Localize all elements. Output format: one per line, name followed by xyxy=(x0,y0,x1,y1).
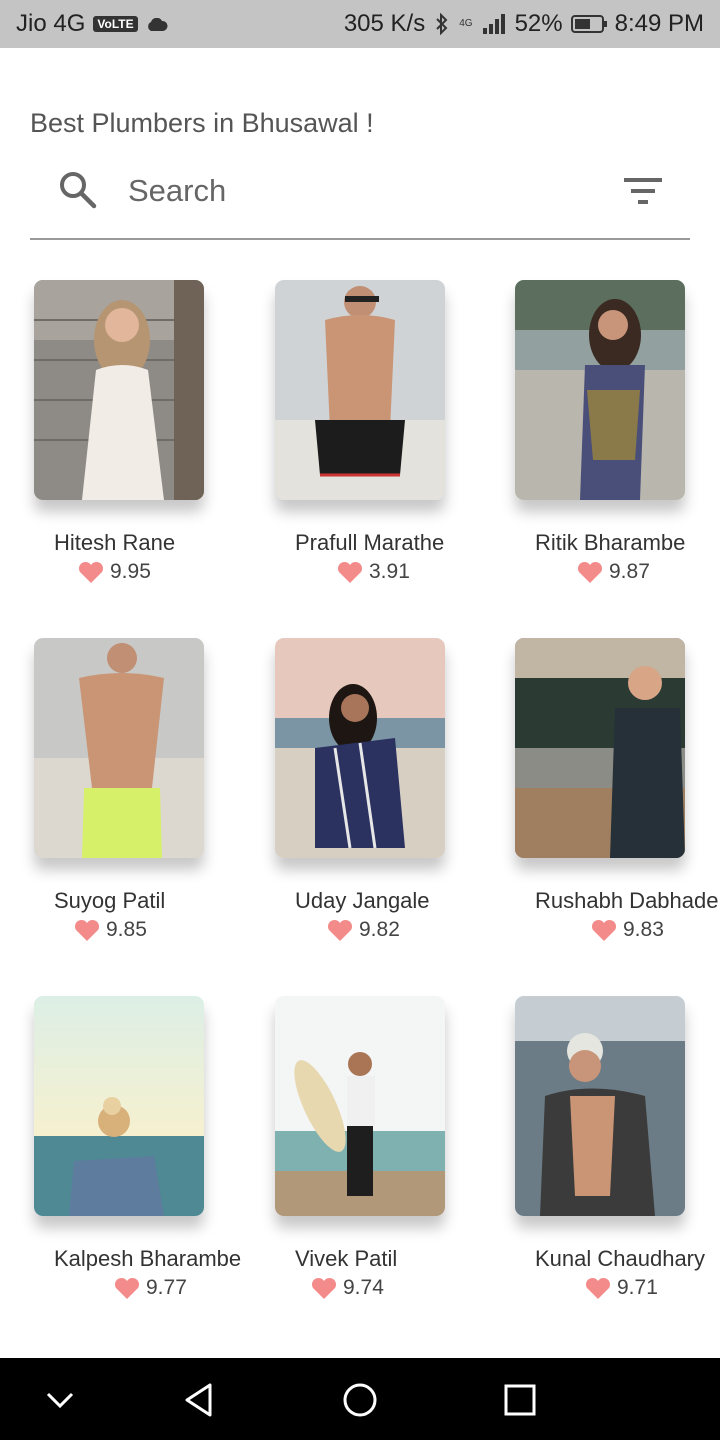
network-speed: 305 K/s xyxy=(343,10,426,37)
chevron-down-icon[interactable] xyxy=(40,1380,80,1420)
search-icon[interactable] xyxy=(58,170,98,210)
volte-badge: VoLTE xyxy=(93,16,138,32)
plumber-card[interactable]: Ritik Bharambe 9.87 xyxy=(515,280,685,583)
navigation-bar xyxy=(0,1358,720,1440)
rating: 9.71 xyxy=(585,1276,658,1300)
rating: 9.95 xyxy=(78,560,151,584)
heart-icon xyxy=(591,919,617,941)
search-input[interactable] xyxy=(126,170,580,212)
network-type: 4G xyxy=(459,18,473,29)
status-bar: Jio 4G VoLTE 305 K/s 4G 52% 8:49 PM xyxy=(0,0,720,48)
battery-percent: 52% xyxy=(514,10,563,37)
profile-photo xyxy=(515,280,685,500)
rating: 3.91 xyxy=(337,560,410,584)
plumber-name: Prafull Marathe xyxy=(295,530,445,555)
heart-icon xyxy=(577,561,603,583)
bluetooth-icon xyxy=(436,13,448,35)
profile-photo xyxy=(34,280,204,500)
recents-icon[interactable] xyxy=(500,1380,540,1420)
rating: 9.87 xyxy=(577,560,650,584)
plumber-card[interactable]: Suyog Patil 9.85 xyxy=(34,638,204,941)
profile-photo xyxy=(34,638,204,858)
signal-icon xyxy=(482,14,505,34)
profile-photo xyxy=(275,996,445,1216)
profile-photo xyxy=(275,638,445,858)
profile-photo xyxy=(34,996,204,1216)
profile-photo xyxy=(275,280,445,500)
plumber-card[interactable]: Hitesh Rane 9.95 xyxy=(34,280,204,583)
rating-value: 9.71 xyxy=(617,1276,658,1299)
search-bar xyxy=(30,160,690,240)
plumber-name: Suyog Patil xyxy=(54,888,166,913)
heart-icon xyxy=(114,1277,140,1299)
plumber-card[interactable]: Kunal Chaudhary 9.71 xyxy=(515,996,705,1299)
rating-value: 9.83 xyxy=(623,918,664,941)
profile-photo xyxy=(515,996,685,1216)
plumber-card[interactable]: Vivek Patil 9.74 xyxy=(275,996,445,1299)
plumber-card[interactable]: Kalpesh Bharambe 9.77 xyxy=(34,996,241,1299)
plumber-name: Kunal Chaudhary xyxy=(535,1246,706,1271)
back-icon[interactable] xyxy=(180,1380,220,1420)
filter-icon[interactable] xyxy=(622,176,664,206)
heart-icon xyxy=(78,561,104,583)
heart-icon xyxy=(585,1277,611,1299)
rating-value: 3.91 xyxy=(369,560,410,583)
cloud-icon xyxy=(147,17,168,31)
home-icon[interactable] xyxy=(340,1380,380,1420)
plumber-name: Kalpesh Bharambe xyxy=(54,1246,242,1271)
heart-icon xyxy=(311,1277,337,1299)
page-title: Best Plumbers in Bhusawal ! xyxy=(30,108,374,138)
rating-value: 9.82 xyxy=(359,918,400,941)
plumber-card[interactable]: Rushabh Dabhade 9.83 xyxy=(515,638,718,941)
plumber-name: Ritik Bharambe xyxy=(535,530,686,555)
rating-value: 9.77 xyxy=(146,1276,187,1299)
heart-icon xyxy=(337,561,363,583)
plumber-name: Vivek Patil xyxy=(295,1246,398,1271)
rating: 9.83 xyxy=(591,918,664,942)
carrier-label: Jio 4G xyxy=(16,10,86,37)
rating: 9.85 xyxy=(74,918,147,942)
rating: 9.77 xyxy=(114,1276,187,1300)
rating: 9.74 xyxy=(311,1276,384,1300)
clock: 8:49 PM xyxy=(614,10,704,37)
plumber-card[interactable]: Prafull Marathe 3.91 xyxy=(275,280,445,583)
plumber-card[interactable]: Uday Jangale 9.82 xyxy=(275,638,445,941)
rating: 9.82 xyxy=(327,918,400,942)
rating-value: 9.85 xyxy=(106,918,147,941)
rating-value: 9.87 xyxy=(609,560,650,583)
rating-value: 9.95 xyxy=(110,560,151,583)
profile-photo xyxy=(515,638,685,858)
plumber-name: Hitesh Rane xyxy=(54,530,176,555)
plumber-name: Uday Jangale xyxy=(295,888,430,913)
plumber-name: Rushabh Dabhade xyxy=(535,888,719,913)
battery-icon xyxy=(570,15,607,33)
heart-icon xyxy=(327,919,353,941)
rating-value: 9.74 xyxy=(343,1276,384,1299)
heart-icon xyxy=(74,919,100,941)
